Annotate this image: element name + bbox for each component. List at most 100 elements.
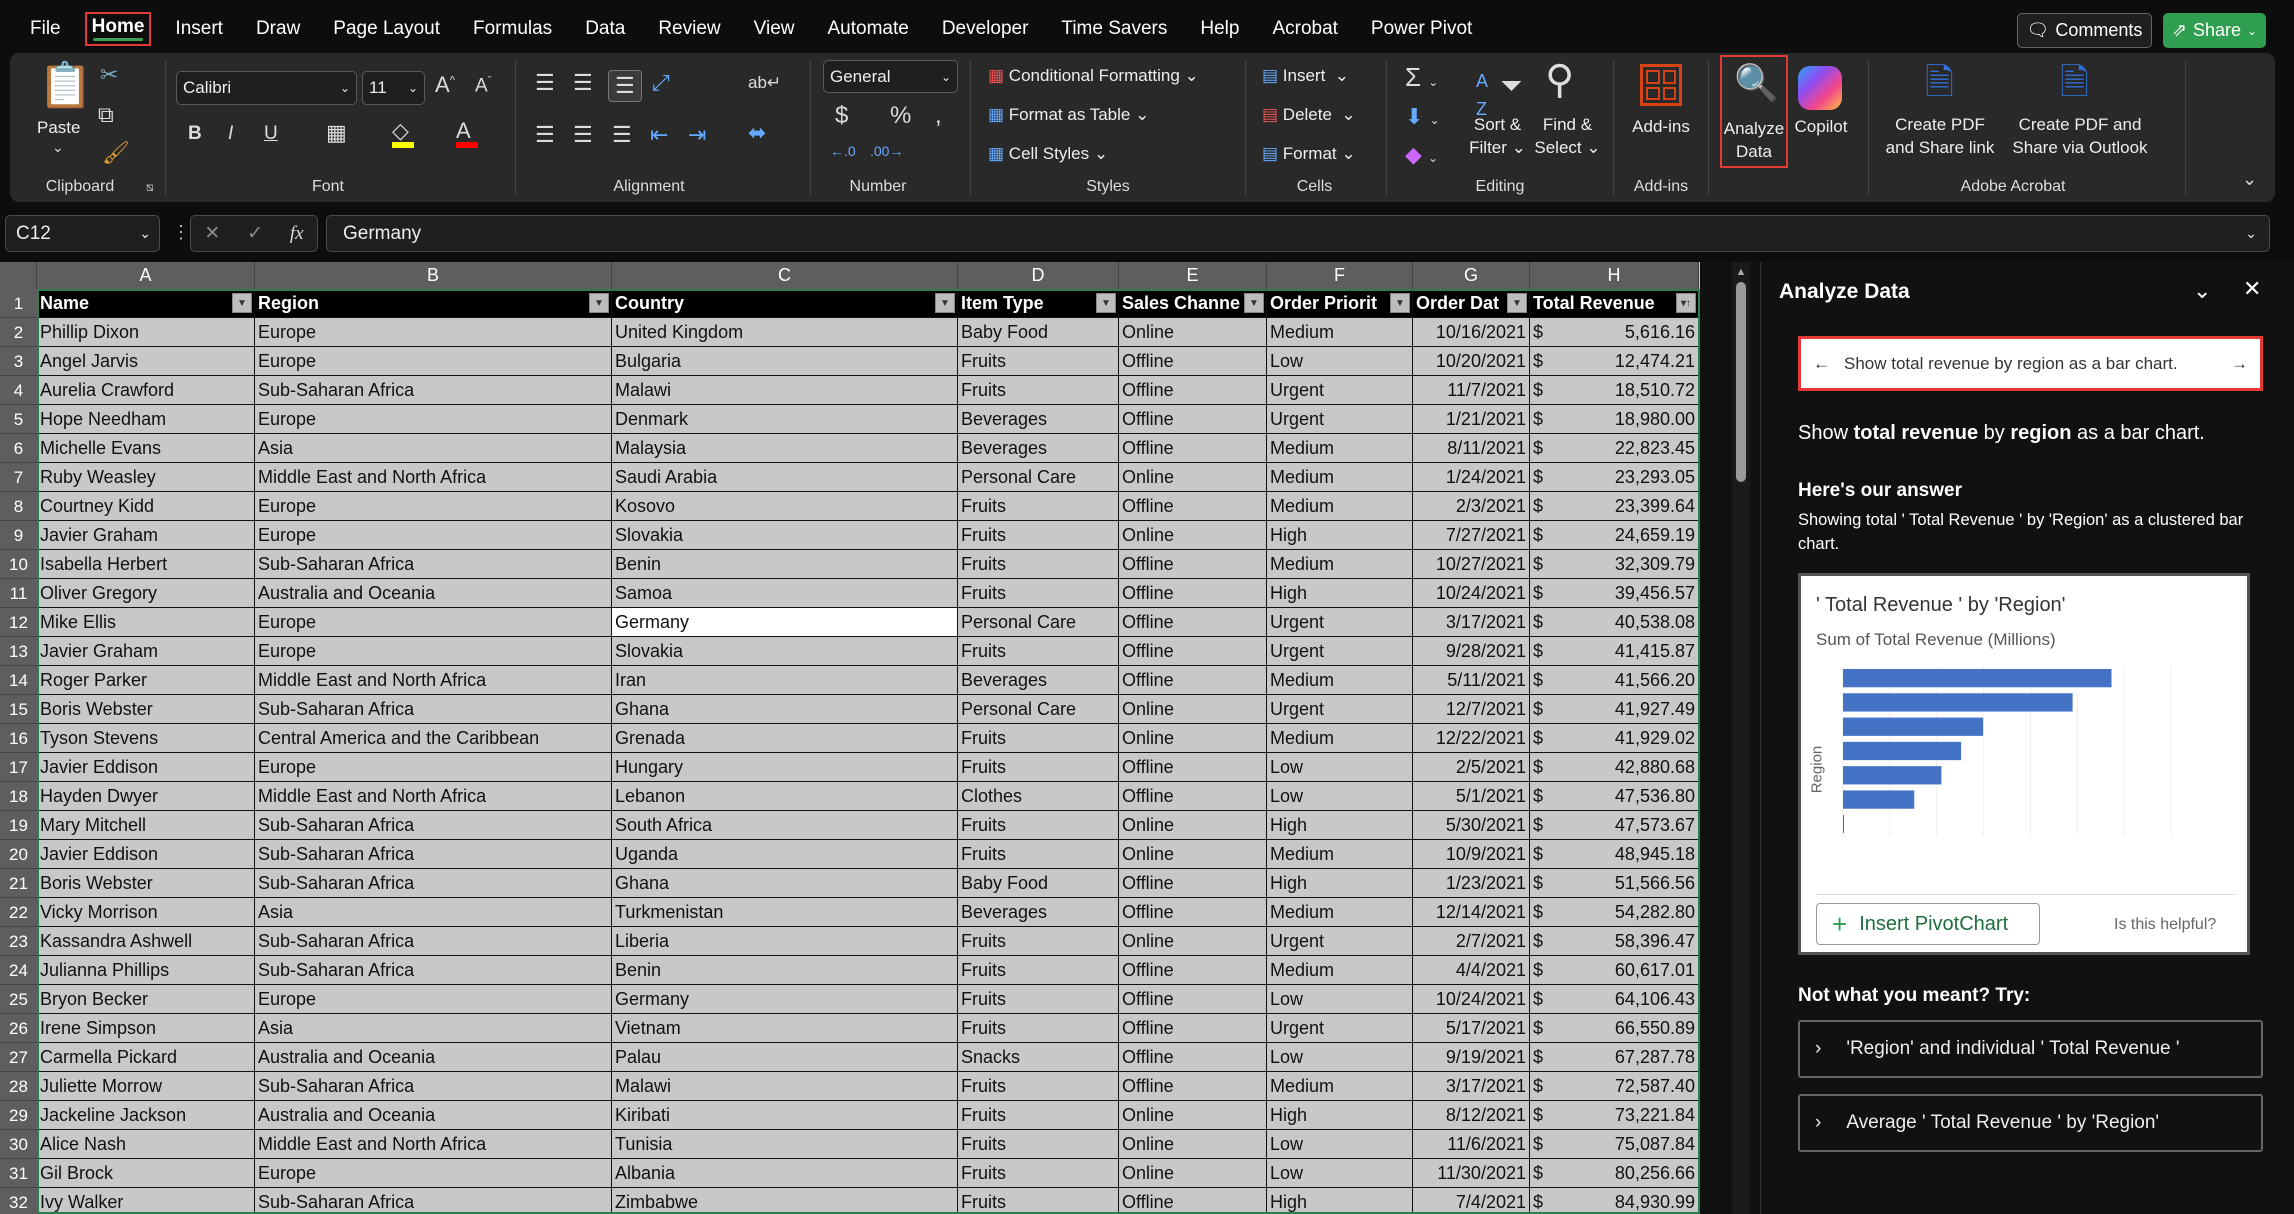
table-cell[interactable]: Asia: [255, 434, 612, 463]
table-cell[interactable]: $41,929.02: [1530, 724, 1699, 753]
table-cell[interactable]: $41,927.49: [1530, 695, 1699, 724]
table-cell[interactable]: South Africa: [612, 811, 958, 840]
table-cell[interactable]: Turkmenistan: [612, 898, 958, 927]
table-cell[interactable]: Fruits: [958, 550, 1119, 579]
enter-icon[interactable]: ✓: [247, 222, 263, 245]
table-cell[interactable]: Fruits: [958, 1101, 1119, 1130]
table-cell[interactable]: Medium: [1267, 550, 1413, 579]
table-cell[interactable]: Sub-Saharan Africa: [255, 840, 612, 869]
bold-button[interactable]: B: [188, 124, 202, 143]
menu-acrobat[interactable]: Acrobat: [1270, 16, 1339, 42]
filter-dropdown-icon[interactable]: ▼: [935, 293, 955, 313]
format-as-table-button[interactable]: ▦ Format as Table ⌄: [988, 105, 1149, 125]
table-cell[interactable]: Europe: [255, 637, 612, 666]
table-cell[interactable]: Hayden Dwyer: [37, 782, 255, 811]
table-cell[interactable]: Urgent: [1267, 376, 1413, 405]
table-cell[interactable]: $80,256.66: [1530, 1159, 1699, 1188]
table-cell[interactable]: Europe: [255, 318, 612, 347]
table-cell[interactable]: $18,510.72: [1530, 376, 1699, 405]
submit-arrow-icon[interactable]: →: [2231, 354, 2248, 374]
suggestion-item[interactable]: › Average ' Total Revenue ' by 'Region': [1798, 1094, 2263, 1152]
borders-icon[interactable]: ▦: [326, 122, 347, 144]
table-cell[interactable]: $66,550.89: [1530, 1014, 1699, 1043]
table-cell[interactable]: Kiribati: [612, 1101, 958, 1130]
table-cell[interactable]: 2/3/2021: [1413, 492, 1530, 521]
table-cell[interactable]: $72,587.40: [1530, 1072, 1699, 1101]
table-cell[interactable]: Offline: [1119, 492, 1267, 521]
table-cell[interactable]: Fruits: [958, 1130, 1119, 1159]
table-cell[interactable]: Offline: [1119, 898, 1267, 927]
table-cell[interactable]: Australia and Oceania: [255, 1043, 612, 1072]
table-cell[interactable]: Grenada: [612, 724, 958, 753]
underline-button[interactable]: U: [264, 124, 278, 143]
table-cell[interactable]: Australia and Oceania: [255, 1101, 612, 1130]
insert-function-button[interactable]: fx: [290, 223, 304, 245]
table-cell[interactable]: Michelle Evans: [37, 434, 255, 463]
table-cell[interactable]: Fruits: [958, 1188, 1119, 1214]
table-cell[interactable]: $18,980.00: [1530, 405, 1699, 434]
table-cell[interactable]: Samoa: [612, 579, 958, 608]
table-cell[interactable]: Oliver Gregory: [37, 579, 255, 608]
currency-icon[interactable]: $: [835, 104, 848, 128]
table-cell[interactable]: Boris Webster: [37, 869, 255, 898]
menu-home[interactable]: Home: [84, 12, 152, 46]
table-cell[interactable]: Tunisia: [612, 1130, 958, 1159]
table-cell[interactable]: Offline: [1119, 579, 1267, 608]
table-cell[interactable]: 1/21/2021: [1413, 405, 1530, 434]
table-cell[interactable]: Fruits: [958, 521, 1119, 550]
orientation-icon[interactable]: ⤢: [652, 72, 670, 94]
increase-font-icon[interactable]: A^: [435, 74, 455, 96]
table-cell[interactable]: 5/11/2021: [1413, 666, 1530, 695]
table-cell[interactable]: 5/30/2021: [1413, 811, 1530, 840]
table-cell[interactable]: Online: [1119, 318, 1267, 347]
table-cell[interactable]: Asia: [255, 1014, 612, 1043]
table-cell[interactable]: 5/17/2021: [1413, 1014, 1530, 1043]
table-cell[interactable]: Low: [1267, 782, 1413, 811]
table-cell[interactable]: Central America and the Caribbean: [255, 724, 612, 753]
table-cell[interactable]: Sub-Saharan Africa: [255, 550, 612, 579]
filter-dropdown-icon[interactable]: ▼: [1390, 293, 1410, 313]
table-cell[interactable]: Fruits: [958, 1072, 1119, 1101]
column-header-F[interactable]: F: [1267, 262, 1413, 289]
table-cell[interactable]: Kosovo: [612, 492, 958, 521]
table-cell[interactable]: Fruits: [958, 927, 1119, 956]
menu-time-savers[interactable]: Time Savers: [1059, 16, 1169, 42]
filter-dropdown-icon[interactable]: ▾↑: [1676, 293, 1696, 313]
table-cell[interactable]: 10/24/2021: [1413, 579, 1530, 608]
row-header[interactable]: 24: [0, 956, 37, 985]
table-cell[interactable]: Fruits: [958, 376, 1119, 405]
table-cell[interactable]: Benin: [612, 956, 958, 985]
table-cell[interactable]: 8/11/2021: [1413, 434, 1530, 463]
row-header[interactable]: 3: [0, 347, 37, 376]
table-cell[interactable]: Online: [1119, 463, 1267, 492]
table-cell[interactable]: Snacks: [958, 1043, 1119, 1072]
table-cell[interactable]: Fruits: [958, 985, 1119, 1014]
table-cell[interactable]: Middle East and North Africa: [255, 666, 612, 695]
table-cell[interactable]: Fruits: [958, 579, 1119, 608]
table-cell[interactable]: Fruits: [958, 811, 1119, 840]
table-cell[interactable]: Uganda: [612, 840, 958, 869]
table-cell[interactable]: Urgent: [1267, 405, 1413, 434]
menu-page-layout[interactable]: Page Layout: [331, 16, 442, 42]
table-cell[interactable]: Europe: [255, 753, 612, 782]
table-cell[interactable]: Tyson Stevens: [37, 724, 255, 753]
close-pane-icon[interactable]: ✕: [2243, 276, 2261, 302]
row-header[interactable]: 20: [0, 840, 37, 869]
table-cell[interactable]: Angel Jarvis: [37, 347, 255, 376]
align-bottom-icon[interactable]: ☰: [608, 70, 642, 102]
table-cell[interactable]: Clothes: [958, 782, 1119, 811]
table-cell[interactable]: Europe: [255, 492, 612, 521]
table-cell[interactable]: Sub-Saharan Africa: [255, 376, 612, 405]
table-cell[interactable]: 12/22/2021: [1413, 724, 1530, 753]
row-header[interactable]: 25: [0, 985, 37, 1014]
align-middle-icon[interactable]: ☰: [573, 72, 593, 94]
table-cell[interactable]: Baby Food: [958, 869, 1119, 898]
formula-bar-grip-icon[interactable]: ⋮: [172, 222, 190, 243]
table-cell[interactable]: Fruits: [958, 753, 1119, 782]
table-cell[interactable]: Offline: [1119, 666, 1267, 695]
cancel-icon[interactable]: ✕: [204, 222, 220, 245]
add-ins-button[interactable]: Add-ins: [1620, 115, 1702, 138]
row-header[interactable]: 14: [0, 666, 37, 695]
name-box[interactable]: C12 ⌄: [5, 215, 160, 252]
menu-view[interactable]: View: [752, 16, 797, 42]
